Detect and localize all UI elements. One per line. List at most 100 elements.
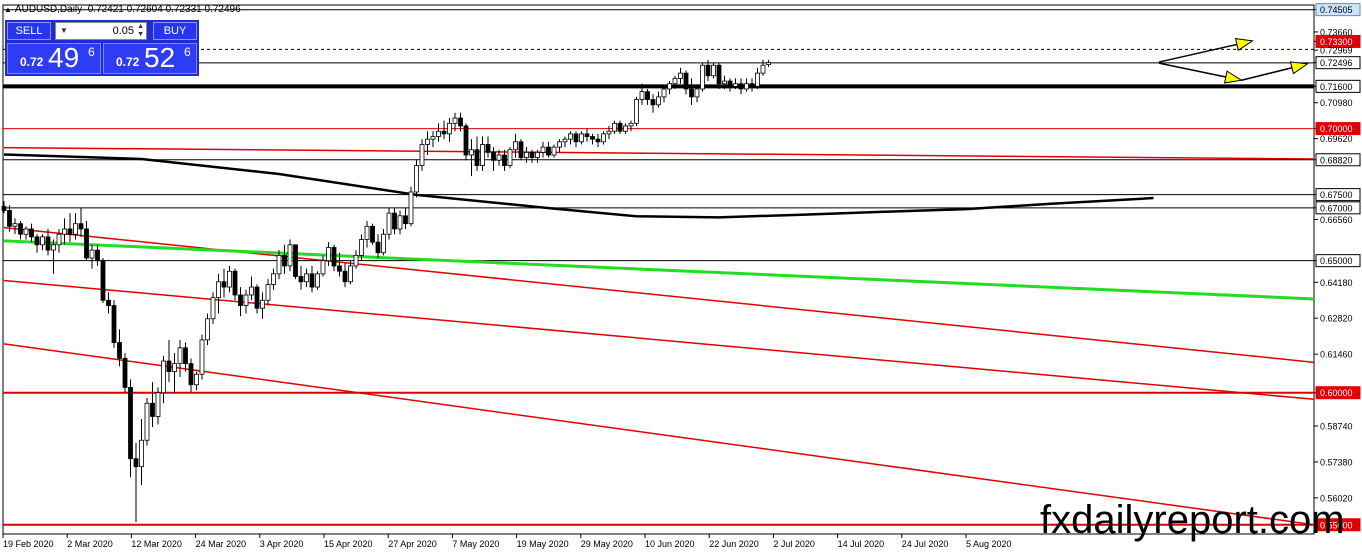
lot-dropdown-icon[interactable]: ▼ (60, 26, 68, 35)
candle-71 (392, 212, 397, 230)
candle-46 (254, 286, 260, 309)
candle-6 (34, 236, 40, 246)
candle-83 (458, 117, 463, 127)
candle-7 (40, 236, 45, 246)
candle-104 (573, 133, 579, 143)
candle-137 (755, 72, 760, 87)
candle-72 (397, 215, 403, 230)
candle-134 (738, 83, 744, 90)
candle-61 (337, 265, 342, 272)
candle-93 (513, 141, 518, 151)
candle-94 (518, 141, 524, 159)
candle-56 (309, 273, 315, 288)
candle-2 (12, 223, 18, 227)
price-chart[interactable]: 0.745050.736600.733000.729690.724960.716… (0, 0, 1362, 554)
candle-65 (359, 239, 364, 256)
candle-52 (287, 244, 293, 267)
candle-64 (353, 254, 359, 267)
candle-37 (205, 318, 210, 341)
candle-32 (177, 347, 183, 365)
lot-size-input[interactable]: ▼ 0.05 ▲ ▼ (55, 22, 147, 40)
candle-70 (386, 212, 392, 235)
candle-116 (639, 91, 645, 100)
candle-36 (199, 339, 205, 375)
candle-90 (496, 154, 502, 161)
candle-92 (507, 149, 513, 166)
candle-47 (260, 299, 265, 309)
candle-96 (529, 151, 535, 159)
candle-103 (568, 133, 573, 140)
candle-87 (480, 144, 485, 166)
x-tick-label-12: 2 Jul 2020 (773, 539, 815, 549)
candle-130 (716, 64, 722, 85)
y-tick-label-0: 0.74505 (1320, 5, 1353, 15)
x-tick-label-2: 12 Mar 2020 (131, 539, 182, 549)
candle-125 (689, 88, 694, 98)
candle-68 (375, 241, 381, 254)
candle-5 (29, 228, 34, 238)
candle-12 (67, 228, 73, 235)
green-trendline (3, 239, 1315, 301)
candle-99 (546, 146, 551, 156)
candle-133 (733, 83, 738, 87)
candle-3 (18, 223, 23, 235)
x-tick-label-15: 5 Aug 2020 (966, 539, 1012, 549)
x-tick-label-3: 24 Mar 2020 (196, 539, 247, 549)
candle-107 (590, 136, 595, 140)
candle-136 (749, 83, 755, 87)
candle-81 (447, 122, 452, 135)
y-tick-label-16: 0.61460 (1320, 350, 1353, 360)
candle-79 (436, 130, 441, 137)
candle-34 (188, 363, 194, 386)
candle-63 (348, 265, 353, 283)
candle-45 (249, 286, 254, 296)
candle-95 (524, 151, 529, 159)
y-tick-label-7: 0.70000 (1320, 124, 1353, 134)
candle-115 (634, 99, 639, 124)
sell-quote[interactable]: 0.72 49 6 (7, 42, 101, 74)
y-tick-label-9: 0.68820 (1320, 155, 1353, 165)
candle-121 (667, 83, 672, 90)
y-tick-label-15: 0.62820 (1320, 314, 1353, 324)
arrow-shaft-1 (1158, 62, 1226, 78)
sell-button[interactable]: SELL (7, 22, 51, 40)
x-tick-label-4: 3 Apr 2020 (260, 539, 304, 549)
x-tick-label-0: 19 Feb 2020 (3, 539, 54, 549)
y-tick-label-5: 0.71600 (1320, 82, 1353, 92)
buy-button[interactable]: BUY (153, 22, 197, 40)
buy-quote[interactable]: 0.72 52 6 (103, 42, 197, 74)
candle-4 (23, 228, 29, 235)
candle-66 (364, 225, 370, 240)
candle-112 (617, 122, 623, 132)
candle-39 (216, 281, 221, 299)
candle-97 (535, 151, 540, 159)
candle-78 (430, 136, 436, 140)
candle-21 (117, 342, 122, 359)
candle-30 (166, 360, 172, 372)
candle-31 (172, 363, 177, 372)
candle-10 (56, 233, 62, 246)
candle-135 (744, 83, 749, 90)
y-tick-label-13: 0.65000 (1320, 256, 1353, 266)
candle-26 (144, 402, 150, 441)
x-tick-label-11: 22 Jun 2020 (709, 539, 759, 549)
sell-quote-prefix: 0.72 (20, 55, 44, 69)
candle-22 (122, 357, 128, 388)
y-tick-label-10: 0.67500 (1320, 190, 1353, 200)
candle-67 (370, 225, 375, 243)
candle-88 (485, 144, 491, 153)
candle-59 (326, 247, 331, 262)
candle-118 (650, 99, 656, 106)
candle-38 (210, 297, 216, 320)
x-tick-label-13: 14 Jul 2020 (838, 539, 885, 549)
buy-quote-superscript: 6 (184, 45, 191, 59)
lot-decrease-icon[interactable]: ▼ (137, 31, 144, 38)
candle-123 (678, 72, 683, 79)
candle-27 (150, 402, 155, 417)
candle-58 (320, 260, 326, 275)
lot-increase-icon[interactable]: ▲ (137, 23, 144, 30)
candle-51 (282, 254, 287, 267)
candle-25 (139, 439, 144, 468)
candle-84 (463, 125, 469, 156)
candle-23 (128, 387, 133, 460)
